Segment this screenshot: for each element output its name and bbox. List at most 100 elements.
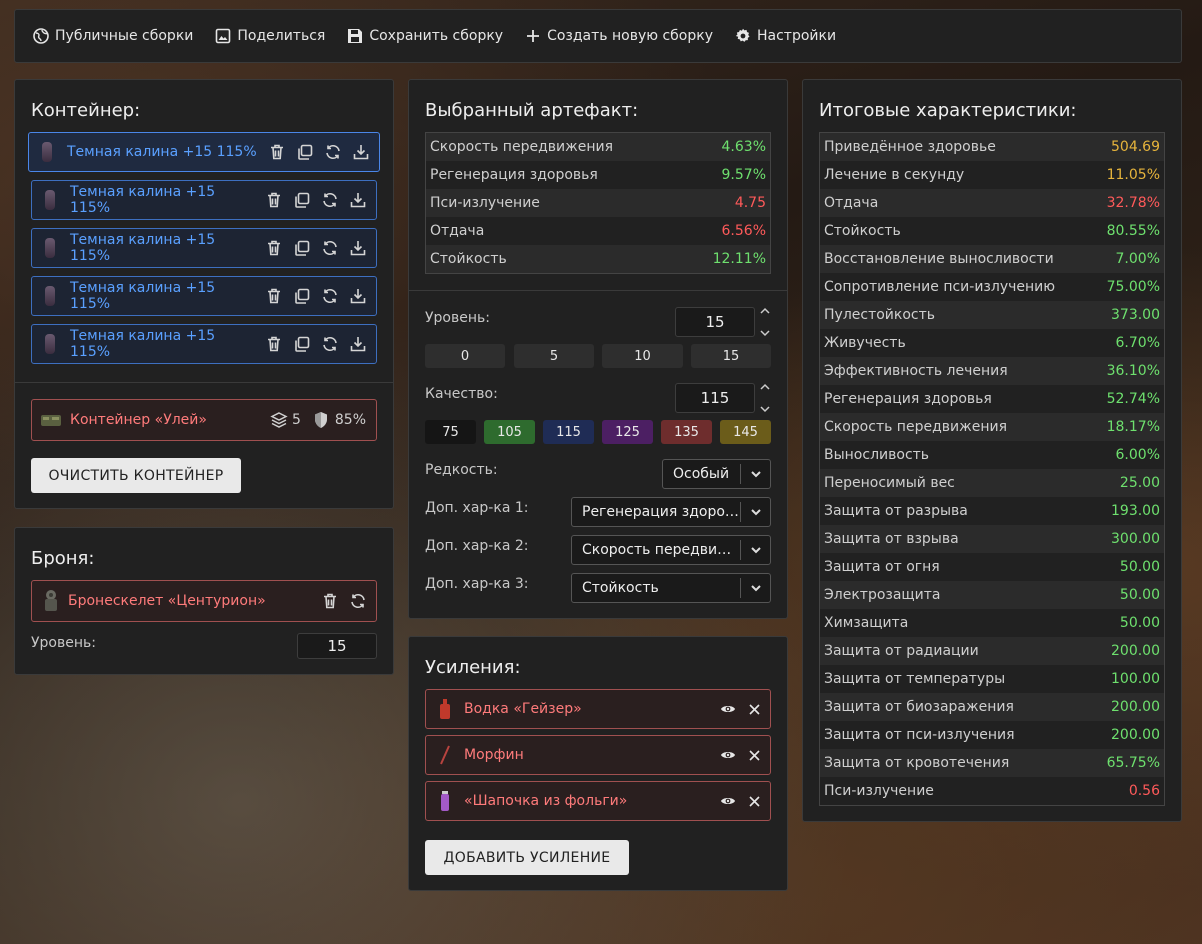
stat-row: Пси-излучение 4.75 bbox=[426, 189, 770, 217]
copy-icon[interactable] bbox=[292, 334, 312, 354]
stat-row: Защита от температуры 100.00 bbox=[820, 665, 1164, 693]
armor-level-label: Уровень: bbox=[31, 635, 96, 651]
extra2-select[interactable]: Скорость передвижения bbox=[571, 535, 771, 565]
armor-level-input[interactable]: 15 bbox=[297, 633, 377, 659]
copy-icon[interactable] bbox=[292, 190, 312, 210]
stat-value: 52.74% bbox=[1106, 391, 1160, 407]
swap-icon[interactable] bbox=[320, 334, 340, 354]
swap-icon[interactable] bbox=[323, 142, 343, 162]
artifact-icon bbox=[37, 140, 57, 164]
quality-stepper[interactable] bbox=[759, 383, 771, 413]
eye-icon[interactable] bbox=[718, 791, 738, 811]
swap-icon[interactable] bbox=[320, 190, 340, 210]
container-item-row[interactable]: Контейнер «Улей» 5 85% bbox=[31, 399, 377, 441]
stat-name: Живучесть bbox=[824, 335, 906, 351]
trash-icon[interactable] bbox=[264, 334, 284, 354]
stat-value: 75.00% bbox=[1106, 279, 1160, 295]
stat-name: Лечение в секунду bbox=[824, 167, 965, 183]
chevron-up-icon[interactable] bbox=[760, 307, 770, 314]
container-artifact-row[interactable]: Темная калина +15 115% bbox=[31, 276, 377, 316]
level-stepper[interactable] bbox=[759, 307, 771, 337]
chevron-down-icon bbox=[740, 540, 770, 560]
level-preset-5[interactable]: 5 bbox=[514, 344, 594, 368]
container-artifact-row[interactable]: Темная калина +15 115% bbox=[31, 324, 377, 364]
copy-icon[interactable] bbox=[295, 142, 315, 162]
level-preset-0[interactable]: 0 bbox=[425, 344, 505, 368]
stat-value: 6.00% bbox=[1115, 447, 1160, 463]
rarity-select[interactable]: Особый bbox=[662, 459, 771, 489]
new-build-button[interactable]: Создать новую сборку bbox=[525, 28, 713, 44]
stat-row: Стойкость 12.11% bbox=[426, 245, 770, 273]
level-preset-10[interactable]: 10 bbox=[602, 344, 683, 368]
armor-item-row[interactable]: Бронескелет «Центурион» bbox=[31, 580, 377, 622]
boost-row[interactable]: Морфин bbox=[425, 735, 771, 775]
copy-icon[interactable] bbox=[292, 238, 312, 258]
stat-row: Восстановление выносливости 7.00% bbox=[820, 245, 1164, 273]
gear-icon bbox=[735, 28, 750, 42]
stat-value: 200.00 bbox=[1111, 643, 1160, 659]
quality-preset-135[interactable]: 135 bbox=[661, 420, 712, 444]
download-icon[interactable] bbox=[348, 190, 368, 210]
download-icon[interactable] bbox=[348, 238, 368, 258]
trash-icon[interactable] bbox=[264, 190, 284, 210]
stat-name: Сопротивление пси-излучению bbox=[824, 279, 1056, 295]
chevron-up-icon[interactable] bbox=[760, 383, 770, 390]
swap-icon[interactable] bbox=[320, 286, 340, 306]
stat-name: Скорость передвижения bbox=[430, 139, 613, 155]
clear-container-button[interactable]: ОЧИСТИТЬ КОНТЕЙНЕР bbox=[31, 458, 241, 493]
eye-icon[interactable] bbox=[718, 745, 738, 765]
trash-icon[interactable] bbox=[264, 238, 284, 258]
quality-preset-75[interactable]: 75 bbox=[425, 420, 476, 444]
close-icon[interactable] bbox=[744, 699, 764, 719]
stat-value: 11.05% bbox=[1106, 167, 1160, 183]
settings-button[interactable]: Настройки bbox=[735, 28, 836, 44]
download-icon[interactable] bbox=[351, 142, 371, 162]
swap-icon[interactable] bbox=[348, 591, 368, 611]
stat-value: 200.00 bbox=[1111, 699, 1160, 715]
add-boost-button[interactable]: ДОБАВИТЬ УСИЛЕНИЕ bbox=[425, 840, 629, 875]
extra1-select[interactable]: Регенерация здоровья bbox=[571, 497, 771, 527]
boosts-panel: Усиления: Водка «Гейзер» Морфин «Шапочка и… bbox=[408, 636, 788, 891]
artifact-icon bbox=[40, 236, 60, 260]
stat-name: Защита от биозаражения bbox=[824, 699, 1014, 715]
stat-row: Скорость передвижения 4.63% bbox=[426, 133, 770, 161]
download-icon[interactable] bbox=[348, 286, 368, 306]
trash-icon[interactable] bbox=[320, 591, 340, 611]
chevron-down-icon[interactable] bbox=[760, 330, 770, 337]
stat-value: 7.00% bbox=[1115, 251, 1160, 267]
chevron-down-icon[interactable] bbox=[760, 406, 770, 413]
artifact-icon bbox=[40, 188, 60, 212]
stat-row: Защита от пси-излучения 200.00 bbox=[820, 721, 1164, 749]
extra3-label: Доп. хар-ка 3: bbox=[425, 576, 529, 592]
container-artifact-row[interactable]: Темная калина +15 115% bbox=[28, 132, 380, 172]
public-builds-button[interactable]: Публичные сборки bbox=[33, 28, 193, 44]
copy-icon[interactable] bbox=[292, 286, 312, 306]
container-artifact-row[interactable]: Темная калина +15 115% bbox=[31, 180, 377, 220]
stat-row: Переносимый вес 25.00 bbox=[820, 469, 1164, 497]
close-icon[interactable] bbox=[744, 745, 764, 765]
level-input[interactable]: 15 bbox=[675, 307, 755, 337]
close-icon[interactable] bbox=[744, 791, 764, 811]
swap-icon[interactable] bbox=[320, 238, 340, 258]
quality-preset-125[interactable]: 125 bbox=[602, 420, 653, 444]
trash-icon[interactable] bbox=[264, 286, 284, 306]
trash-icon[interactable] bbox=[267, 142, 287, 162]
quality-preset-105[interactable]: 105 bbox=[484, 420, 535, 444]
eye-icon[interactable] bbox=[718, 699, 738, 719]
container-artifact-row[interactable]: Темная калина +15 115% bbox=[31, 228, 377, 268]
boost-row[interactable]: «Шапочка из фольги» bbox=[425, 781, 771, 821]
boost-row[interactable]: Водка «Гейзер» bbox=[425, 689, 771, 729]
download-icon[interactable] bbox=[348, 334, 368, 354]
share-button[interactable]: Поделиться bbox=[215, 28, 325, 44]
globe-icon bbox=[33, 28, 49, 44]
save-build-button[interactable]: Сохранить сборку bbox=[347, 28, 503, 44]
level-preset-15[interactable]: 15 bbox=[691, 344, 771, 368]
stat-name: Пси-излучение bbox=[430, 195, 540, 211]
stat-name: Отдача bbox=[824, 195, 879, 211]
floppy-icon bbox=[348, 29, 363, 43]
extra3-select[interactable]: Стойкость bbox=[571, 573, 771, 603]
quality-preset-145[interactable]: 145 bbox=[720, 420, 771, 444]
quality-preset-115[interactable]: 115 bbox=[543, 420, 594, 444]
extra2-value: Скорость передвижения bbox=[582, 542, 740, 558]
quality-input[interactable]: 115 bbox=[675, 383, 755, 413]
